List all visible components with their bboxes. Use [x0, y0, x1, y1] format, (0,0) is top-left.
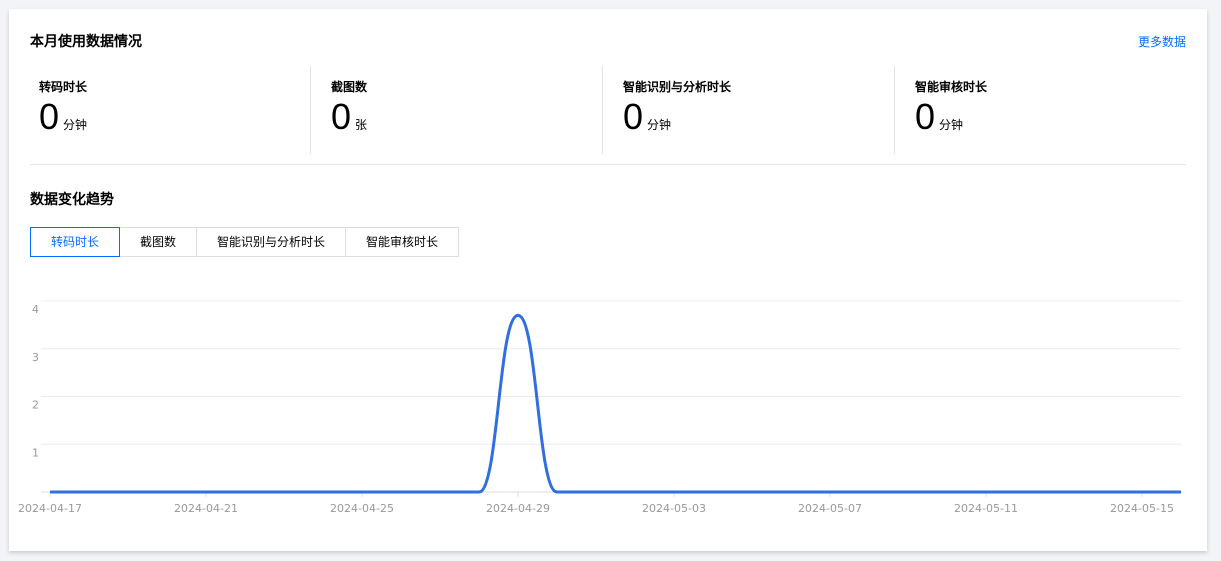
y-tick-label: 3 — [32, 351, 39, 364]
x-tick-label: 2024-04-17 — [18, 502, 82, 515]
x-tick-label: 2024-05-07 — [798, 502, 862, 515]
x-tick-label: 2024-05-11 — [954, 502, 1018, 515]
x-tick-label: 2024-05-15 — [1110, 502, 1174, 515]
trend-chart: 1 2 3 4 2024-04-17 2024-04-21 2024-04-25 2024-0… — [18, 300, 1181, 515]
x-tick-label: 2024-04-21 — [174, 502, 238, 515]
x-tick-label: 2024-04-29 — [486, 502, 550, 515]
x-tick-label: 2024-05-03 — [642, 502, 706, 515]
series-line — [49, 313, 1181, 494]
y-tick-label: 4 — [32, 303, 39, 316]
x-tick-label: 2024-04-25 — [330, 502, 394, 515]
y-tick-label: 2 — [32, 399, 39, 412]
y-tick-label: 1 — [32, 446, 39, 459]
tab-transcode-duration[interactable]: 转码时长 — [30, 227, 121, 257]
usage-card: 本月使用数据情况 更多数据 转码时长 0 分钟 截图数 0 张 智能识别与分析时… — [9, 9, 1207, 551]
